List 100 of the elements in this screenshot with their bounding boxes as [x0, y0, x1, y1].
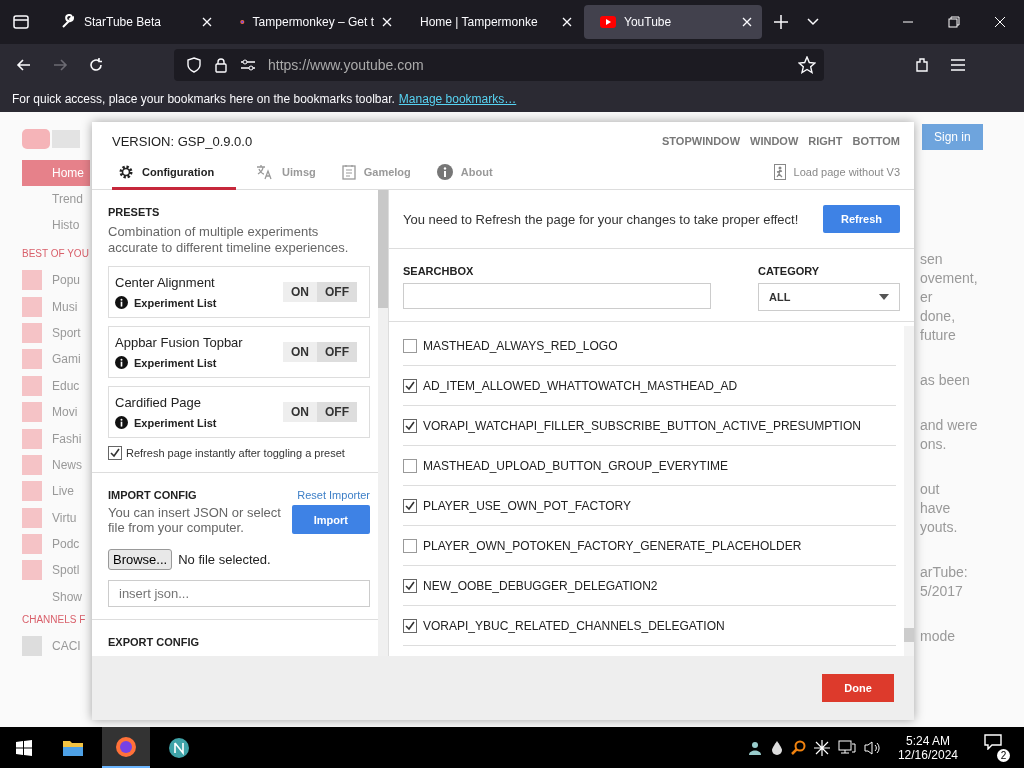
person-icon[interactable] [747, 739, 764, 756]
sidebar-item[interactable]: Spotl [22, 557, 90, 584]
tab-title: YouTube [624, 15, 672, 29]
on-off-toggle[interactable]: ON OFF [283, 402, 357, 422]
folder-icon[interactable] [62, 738, 84, 757]
section-heading: PRESETS [108, 206, 161, 218]
experiment-list-link[interactable]: Experiment List [115, 296, 217, 309]
search-field[interactable] [403, 283, 711, 309]
panel-tab[interactable]: Configuration [112, 164, 237, 190]
experiment-list-link[interactable]: Experiment List [115, 356, 243, 369]
text-fragment: ovement, [920, 269, 979, 288]
droplet-icon[interactable] [771, 740, 782, 755]
on-off-toggle[interactable]: ON OFF [283, 342, 357, 362]
close-icon[interactable] [742, 17, 752, 27]
sidebar-item[interactable]: Educ [22, 372, 90, 399]
browse-button[interactable]: Browse... [108, 549, 173, 570]
position-link[interactable]: RIGHT [808, 135, 843, 147]
text-fragment: out [920, 480, 941, 499]
position-link[interactable]: STOPWINDOW [662, 135, 741, 147]
checkbox[interactable] [403, 458, 417, 473]
panel-tab[interactable]: About [430, 164, 499, 190]
position-link[interactable]: WINDOW [750, 135, 799, 147]
show-more-link[interactable]: Show [22, 589, 90, 604]
browser-tab[interactable]: StarTube Beta [44, 5, 222, 39]
position-link[interactable]: BOTTOM [852, 135, 900, 147]
preset-name: Center Alignment [115, 275, 216, 290]
category-dropdown[interactable]: ALL [758, 283, 900, 311]
on-off-toggle[interactable]: ON OFF [283, 282, 357, 302]
tab-overview-icon[interactable] [12, 13, 30, 31]
back-icon[interactable] [16, 57, 32, 73]
refresh-button[interactable]: Refresh [823, 205, 900, 233]
checkbox[interactable] [403, 418, 417, 433]
sidebar-item[interactable]: Live [22, 478, 90, 505]
sidebar-item[interactable]: CACI [22, 632, 90, 660]
lock-icon [214, 57, 228, 73]
checkbox[interactable] [403, 538, 417, 553]
forward-icon[interactable] [52, 57, 68, 73]
sidebar-item[interactable]: Sport [22, 319, 90, 347]
settings-icon [118, 164, 134, 180]
scrollbar[interactable] [904, 326, 914, 656]
clock[interactable]: 5:24 AM 12/16/2024 [897, 733, 958, 762]
reset-importer-link[interactable]: Reset Importer [297, 489, 370, 501]
checkbox[interactable] [108, 446, 122, 460]
asterisk-icon[interactable] [813, 739, 830, 756]
extensions-icon[interactable] [914, 57, 930, 73]
presets-description: Combination of multiple experiments accurate to different timeline experiences. [108, 224, 350, 256]
text-fragment: arTube: [920, 563, 969, 582]
done-button[interactable]: Done [822, 674, 894, 702]
import-button[interactable]: Import [291, 505, 370, 534]
address-bar[interactable]: https://www.youtube.com [174, 49, 824, 81]
info-icon [115, 416, 128, 429]
sidebar-item[interactable]: Podc [22, 530, 90, 558]
text-fragment: youts. [920, 518, 959, 537]
reload-icon[interactable] [88, 57, 104, 73]
close-icon[interactable] [562, 17, 572, 27]
menu-icon[interactable] [950, 58, 966, 72]
close-icon[interactable] [382, 17, 392, 27]
experiment-list-link[interactable]: Experiment List [115, 416, 217, 429]
sidebar-item[interactable]: Histo [22, 212, 90, 238]
sidebar-item[interactable]: News [22, 451, 90, 479]
close-icon[interactable] [202, 17, 212, 27]
checkbox[interactable] [403, 618, 417, 633]
json-input-field[interactable]: insert json... [108, 580, 370, 607]
import-description: You can insert JSON or select file from your computer. [108, 505, 282, 535]
manage-bookmarks-link[interactable]: Manage bookmarks… [398, 92, 517, 106]
new-tab-icon[interactable] [774, 15, 788, 29]
running-person-icon [773, 164, 786, 180]
text-fragment: have [920, 499, 952, 518]
close-icon[interactable] [994, 16, 1006, 28]
scrollbar[interactable] [378, 190, 388, 656]
sidebar-item[interactable]: Trend [22, 186, 90, 212]
wrench-icon [60, 14, 76, 30]
browser-tab[interactable]: YouTube [584, 5, 762, 39]
sidebar-item[interactable]: Popu [22, 267, 90, 294]
sidebar-item[interactable]: Virtu [22, 504, 90, 531]
text-fragment: done, [920, 307, 957, 326]
checkbox[interactable] [403, 498, 417, 513]
sidebar-item[interactable]: Movi [22, 398, 90, 426]
panel-tab[interactable]: Gamelog [335, 164, 417, 190]
speaker-icon[interactable] [863, 739, 882, 756]
browser-tab[interactable]: Home | Tampermonke [404, 5, 582, 39]
network-icon[interactable] [837, 739, 856, 756]
sidebar-item[interactable]: Gami [22, 346, 90, 373]
sidebar-item[interactable]: Home [22, 160, 90, 186]
sidebar-item[interactable]: Fashi [22, 425, 90, 452]
load-without-v3-link[interactable]: Load page without V3 [773, 164, 900, 190]
checkbox[interactable] [403, 378, 417, 393]
sidebar-item[interactable]: Musi [22, 293, 90, 320]
checkbox[interactable] [403, 578, 417, 593]
star-icon[interactable] [798, 56, 816, 74]
windows-start-icon[interactable] [16, 739, 32, 756]
experiment-name: VORAPI_YBUC_RELATED_CHANNELS_DELEGATION [423, 618, 725, 633]
search-icon[interactable] [789, 739, 806, 756]
checkbox[interactable] [403, 338, 417, 353]
text-fragment: mode [920, 627, 957, 646]
browser-tab[interactable]: Tampermonkey – Get t [224, 5, 402, 39]
panel-tab[interactable]: Uimsg [250, 164, 322, 190]
restore-icon[interactable] [948, 16, 960, 28]
firefox-taskbar-button[interactable] [102, 727, 150, 768]
sign-in-button[interactable]: Sign in [922, 124, 983, 150]
